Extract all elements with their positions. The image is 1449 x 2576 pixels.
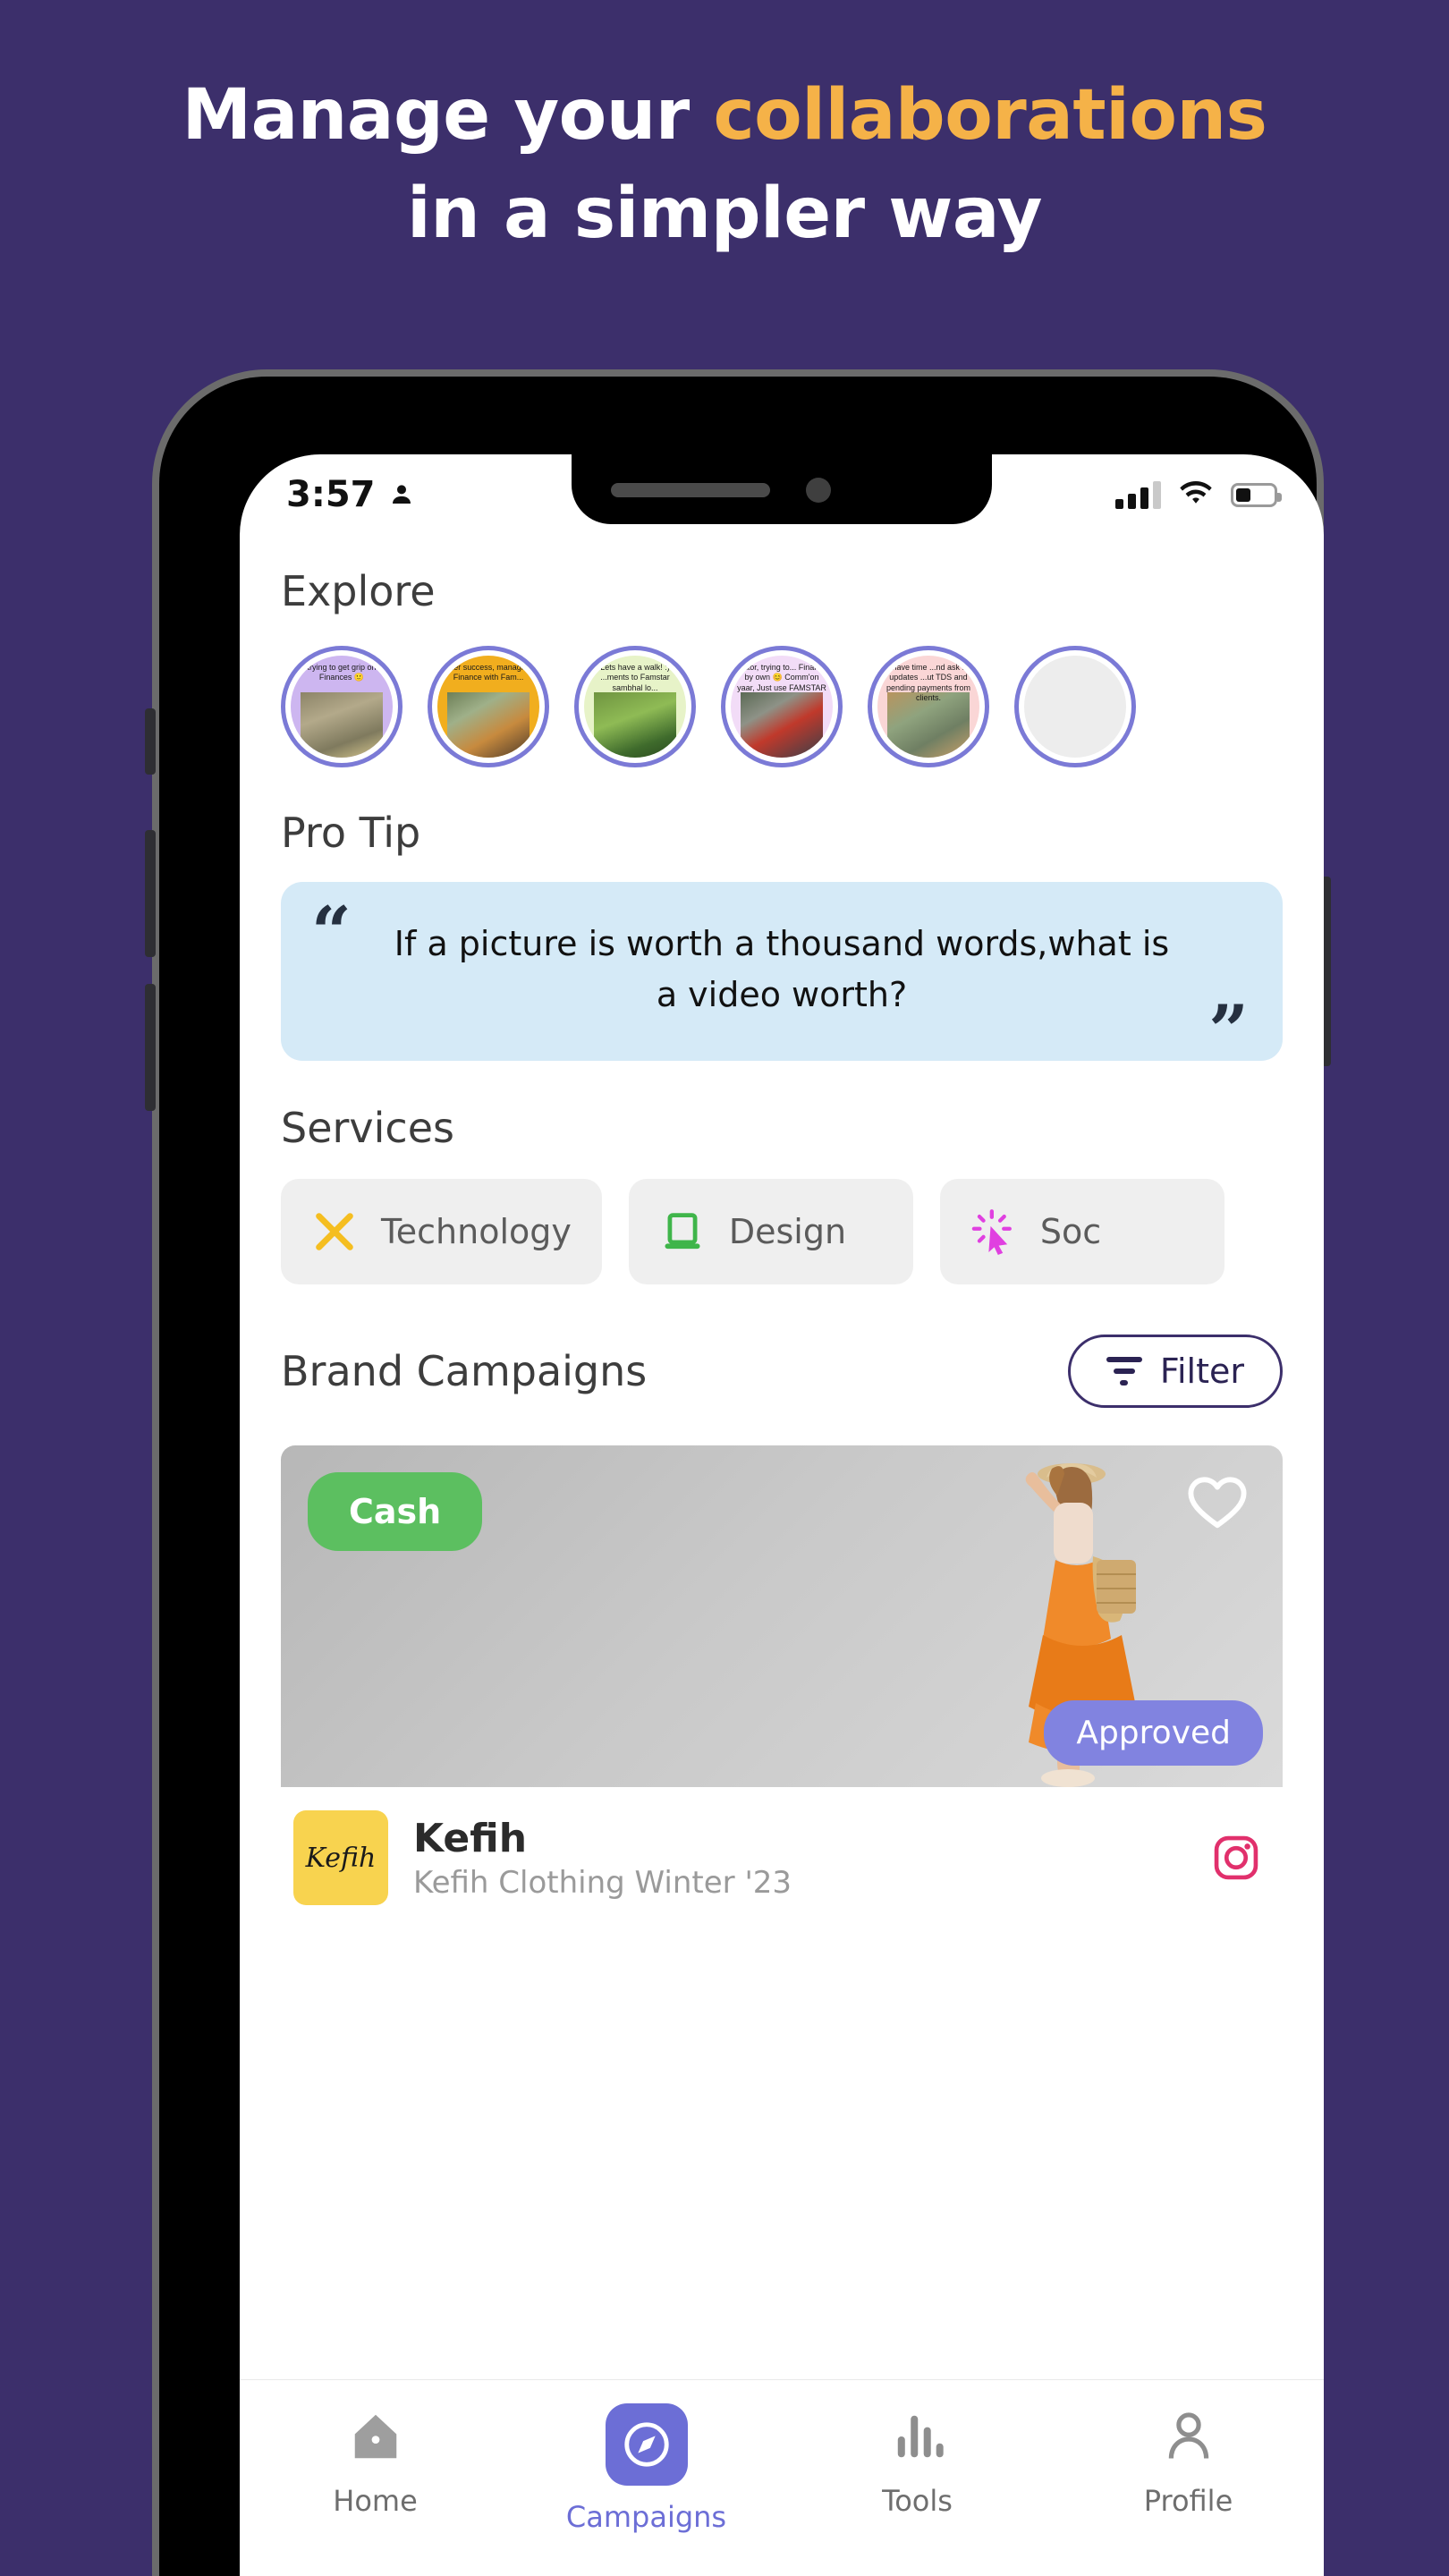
battery-icon [1231,482,1282,507]
filter-button-label: Filter [1159,1352,1244,1391]
bottom-navigation-bar: Home Campaigns Tools Profile [240,2379,1324,2576]
story-item[interactable]: after success, managing Finance with Fam… [428,646,549,767]
nav-label-campaigns: Campaigns [565,2500,727,2534]
services-chip-row[interactable]: Technology Design Soc [240,1152,1324,1284]
story-caption: after success, managing Finance with Fam… [445,663,532,682]
brand-campaigns-header: Brand Campaigns Filter [240,1284,1324,1408]
brand-campaigns-title: Brand Campaigns [281,1347,648,1395]
service-chip-label: Soc [1039,1212,1102,1251]
pro-tip-section: Pro Tip “ If a picture is worth a thousa… [240,767,1324,1066]
app-content: Explore trying to get grip on Finances 🙂… [240,535,1324,1914]
front-camera [806,478,831,503]
headline-line1-accent: collaborations [713,75,1267,156]
laptop-icon [659,1208,706,1255]
nav-label-home: Home [333,2484,418,2518]
service-chip-label: Design [728,1212,847,1251]
click-cursor-icon [970,1208,1017,1255]
cellular-signal-icon [1115,480,1161,509]
nav-item-tools[interactable]: Tools [819,2403,1016,2518]
wifi-icon [1180,481,1212,504]
story-caption: ...ator, trying to... Finance by own 😊 C… [736,663,827,692]
campaign-image: Cash Approved [281,1445,1283,1787]
campaign-footer: Kefih Kefih Kefih Clothing Winter '23 [281,1787,1283,1914]
service-chip-social[interactable]: Soc [939,1179,1224,1284]
story-caption: trying to get grip on Finances 🙂 [307,663,377,682]
open-quote-icon: “ [311,892,352,973]
page-headline: Manage your collaborations in a simpler … [0,80,1449,249]
explore-section-title: Explore [281,567,436,615]
status-badge: Approved [1044,1700,1263,1766]
nav-item-profile[interactable]: Profile [1090,2403,1287,2518]
earpiece-speaker [611,483,770,497]
instagram-icon[interactable] [1211,1833,1261,1883]
story-thumbnail [741,692,823,758]
phone-volume-down-button[interactable] [145,984,156,1111]
services-title: Services [281,1104,454,1152]
person-icon [392,485,411,504]
explore-stories-row[interactable]: trying to get grip on Finances 🙂 after s… [240,615,1324,767]
campaign-card[interactable]: Cash Approved Kefih Kefih Kefih Clothing… [281,1445,1283,1914]
headline-line1-plain: Manage your [182,75,714,156]
services-section: Services Technology Design Soc [240,1061,1324,1284]
service-chip-technology[interactable]: Technology [281,1179,602,1284]
compass-icon [605,2403,688,2486]
story-item[interactable]: Lets have a walk! :) ...ments to Famstar… [574,646,696,767]
nav-label-tools: Tools [882,2484,953,2518]
brand-name: Kefih [413,1815,528,1861]
story-item[interactable]: ...have time ...nd ask for updates ...ut… [868,646,989,767]
pro-tip-title: Pro Tip [281,809,421,857]
payment-type-badge: Cash [308,1472,483,1551]
nav-label-profile: Profile [1143,2484,1233,2518]
pro-tip-quote-card: “ If a picture is worth a thousand words… [281,882,1283,1066]
phone-volume-up-button[interactable] [145,830,156,957]
filter-button[interactable]: Filter [1067,1335,1283,1408]
crossed-tools-icon [311,1208,358,1255]
headline-line2: in a simpler way [407,174,1042,254]
phone-notch [572,454,992,524]
nav-item-home[interactable]: Home [277,2403,474,2518]
status-bar-time: 3:57 [286,474,376,515]
story-caption: Lets have a walk! :) ...ments to Famstar… [600,663,670,692]
story-thumbnail [301,692,383,758]
home-icon [343,2403,409,2470]
service-chip-design[interactable]: Design [628,1179,913,1284]
nav-item-campaigns[interactable]: Campaigns [548,2403,745,2534]
story-thumbnail [594,692,676,758]
service-chip-label: Technology [381,1212,572,1251]
person-outline-icon [1156,2403,1222,2470]
bar-chart-icon [885,2403,951,2470]
heart-outline-icon[interactable] [1184,1469,1250,1535]
story-item[interactable] [1014,646,1136,767]
brand-logo: Kefih [293,1810,388,1905]
story-thumbnail [447,692,530,758]
close-quote-icon: ” [1208,990,1249,1072]
filter-lines-icon [1106,1357,1142,1385]
phone-mute-switch[interactable] [145,708,156,775]
story-caption: ...have time ...nd ask for updates ...ut… [885,663,972,702]
story-item[interactable]: ...ator, trying to... Finance by own 😊 C… [721,646,843,767]
pro-tip-quote-text: If a picture is worth a thousand words,w… [394,924,1170,1014]
story-item[interactable]: trying to get grip on Finances 🙂 [281,646,402,767]
campaign-title: Kefih Clothing Winter '23 [413,1864,792,1901]
phone-screen: 3:57 Explore trying to get grip on Finan… [240,454,1324,2576]
